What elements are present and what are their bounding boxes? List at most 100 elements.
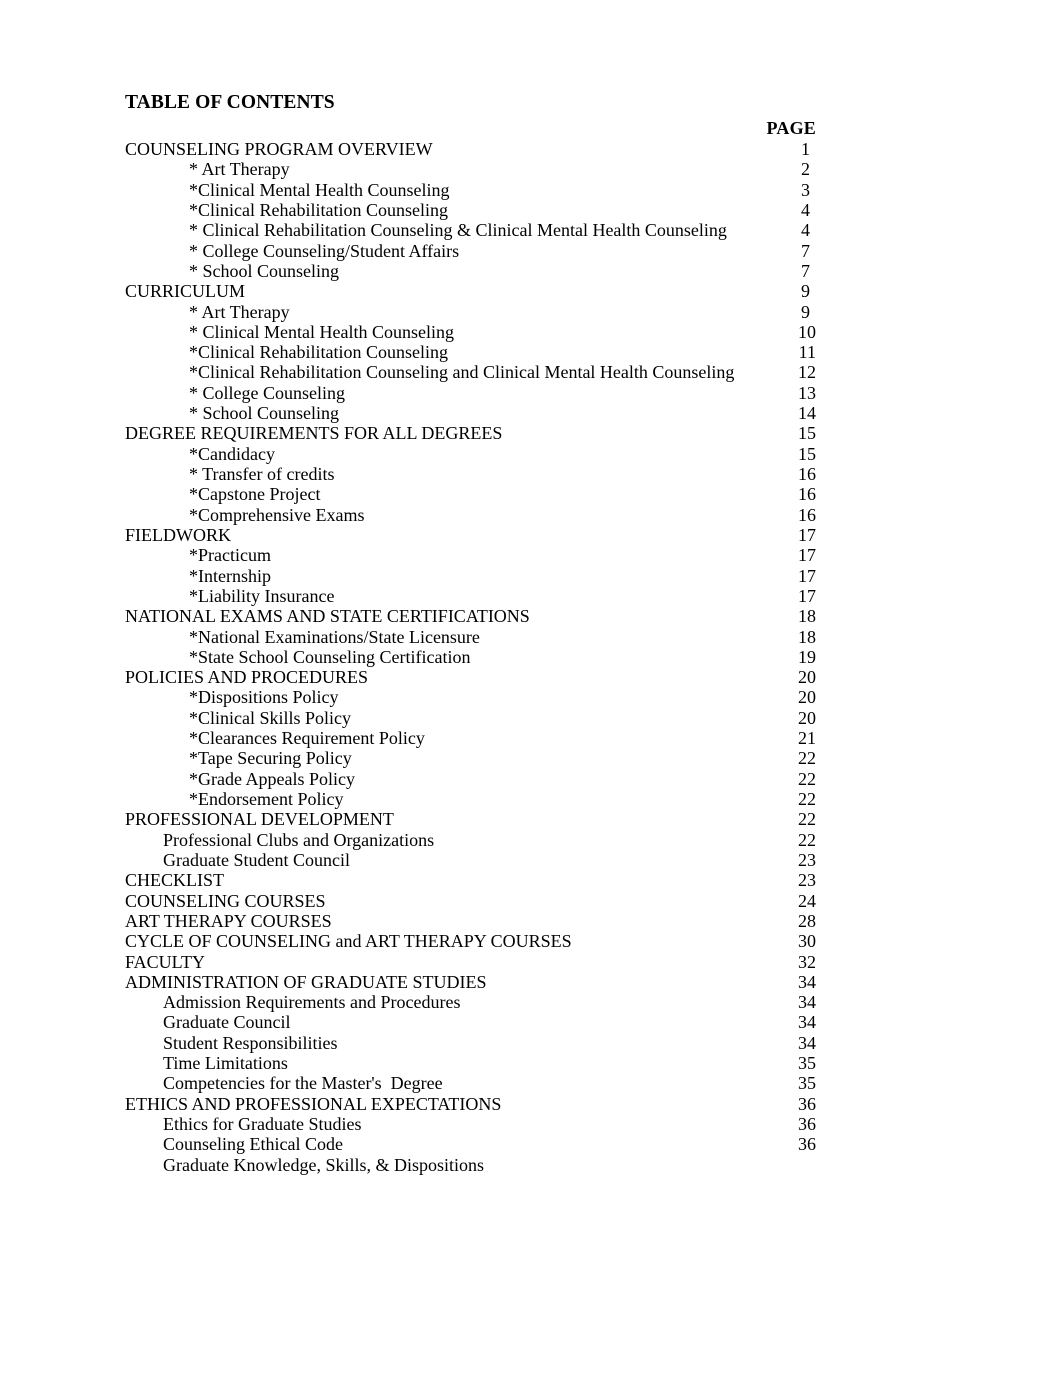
toc-entry-page-number: 7 [801,260,810,281]
toc-entry[interactable]: NATIONAL EXAMS AND STATE CERTIFICATIONS 1… [0,606,1062,626]
toc-entry[interactable]: * Clinical Rehabilitation Counseling & C… [0,220,1062,240]
toc-entry-label: *Tape Securing Policy [189,748,352,769]
toc-entry[interactable]: *Candidacy 15 [0,444,1062,464]
toc-entry[interactable]: Time Limitations 35 [0,1053,1062,1073]
toc-entry[interactable]: Admission Requirements and Procedures 34 [0,992,1062,1012]
toc-entry[interactable]: *Clinical Rehabilitation Counseling and … [0,362,1062,382]
toc-entry-label: *Grade Appeals Policy [189,768,355,789]
toc-entry[interactable]: POLICIES AND PROCEDURES 20 [0,667,1062,687]
page-title: TABLE OF CONTENTS [125,92,335,113]
toc-entry[interactable]: COUNSELING PROGRAM OVERVIEW 1 [0,139,1062,159]
toc-entry[interactable]: * Clinical Mental Health Counseling 10 [0,322,1062,342]
toc-entry[interactable]: Ethics for Graduate Studies 36 [0,1114,1062,1134]
toc-entry-page-number: 17 [798,524,816,545]
toc-entry[interactable]: Professional Clubs and Organizations 22 [0,830,1062,850]
toc-entry-page-number: 28 [798,910,816,931]
toc-entry[interactable]: * Art Therapy 2 [0,159,1062,179]
toc-entry-label: *Clearances Requirement Policy [189,728,425,749]
toc-entry-label: COUNSELING COURSES [125,890,326,911]
toc-entry-label: * Art Therapy [189,159,290,180]
toc-entry-label: *Practicum [189,545,271,566]
toc-entry-page-number: 16 [798,464,816,484]
toc-entry-label: ART THERAPY COURSES [125,910,332,931]
toc-entry[interactable]: DEGREE REQUIREMENTS FOR ALL DEGREES 15 [0,423,1062,443]
toc-entry[interactable]: *Clinical Rehabilitation Counseling 4 [0,200,1062,220]
toc-entry[interactable]: *Grade Appeals Policy 22 [0,769,1062,789]
toc-entry-label: *Clinical Mental Health Counseling [189,179,450,200]
toc-entry[interactable]: Graduate Council 34 [0,1012,1062,1032]
toc-entry-page-number: 13 [798,382,816,403]
toc-entry-page-number: 30 [798,931,816,952]
toc-entry-label: ADMINISTRATION OF GRADUATE STUDIES [125,971,487,992]
toc-entry-page-number: 9 [801,281,810,302]
toc-entry[interactable]: *National Examinations/State Licensure 18 [0,627,1062,647]
toc-entry-page-number: 17 [798,565,816,586]
toc-entry[interactable]: *Practicum 17 [0,545,1062,565]
toc-entry-page-number: 21 [798,728,816,749]
toc-entry-label: CYCLE OF COUNSELING and ART THERAPY COUR… [125,931,572,952]
toc-entry-label: POLICIES AND PROCEDURES [125,667,369,688]
toc-entry[interactable]: * Art Therapy 9 [0,302,1062,322]
toc-entry[interactable]: *Internship 17 [0,566,1062,586]
toc-entry[interactable]: *Comprehensive Exams 16 [0,505,1062,525]
toc-entry[interactable]: COUNSELING COURSES 24 [0,891,1062,911]
toc-entry[interactable]: PROFESSIONAL DEVELOPMENT 22 [0,809,1062,829]
toc-entry-label: * School Counseling [189,260,340,281]
toc-entry[interactable]: *Tape Securing Policy 22 [0,748,1062,768]
toc-entry-label: FACULTY [125,951,206,972]
toc-entry[interactable]: *Capstone Project 16 [0,484,1062,504]
toc-entry[interactable]: CURRICULUM 9 [0,281,1062,301]
toc-entry[interactable]: *Liability Insurance 17 [0,586,1062,606]
toc-entry-page-number: 18 [798,606,816,627]
toc-entry-page-number: 22 [798,809,816,830]
toc-entry-label: * Transfer of credits [189,464,335,484]
toc-entry[interactable]: *Clearances Requirement Policy 21 [0,728,1062,748]
toc-entry[interactable]: Competencies for the Master's Degree 35 [0,1073,1062,1093]
toc-entry-label: * Art Therapy [189,301,290,322]
toc-entry[interactable]: *State School Counseling Certification 19 [0,647,1062,667]
toc-entry[interactable]: * School Counseling 14 [0,403,1062,423]
toc-entry-label: Counseling Ethical Code [163,1134,343,1155]
toc-entry-label: *Endorsement Policy [189,789,344,809]
toc-entry[interactable]: * School Counseling 7 [0,261,1062,281]
toc-entry[interactable]: FIELDWORK 17 [0,525,1062,545]
toc-entry-label: * School Counseling [189,403,340,424]
toc-entry[interactable]: * College Counseling/Student Affairs 7 [0,241,1062,261]
toc-entry[interactable]: FACULTY 32 [0,952,1062,972]
toc-entry[interactable]: ART THERAPY COURSES 28 [0,911,1062,931]
toc-entry-page-number: 4 [801,199,810,220]
toc-entry-page-number: 7 [801,240,810,261]
toc-entry[interactable]: Counseling Ethical Code 36 [0,1134,1062,1154]
toc-entry[interactable]: *Endorsement Policy 22 [0,789,1062,809]
toc-entry[interactable]: CHECKLIST 23 [0,870,1062,890]
toc-entry[interactable]: *Clinical Skills Policy 20 [0,708,1062,728]
toc-entry[interactable]: *Clinical Rehabilitation Counseling 11 [0,342,1062,362]
toc-entry-page-number: 22 [798,789,816,809]
toc-entry-label: Graduate Student Council [163,849,350,870]
toc-entry-label: *Clinical Rehabilitation Counseling [189,342,448,363]
toc-entry[interactable]: Graduate Knowledge, Skills, & Dispositio… [0,1155,1062,1175]
toc-entry-label: *Clinical Rehabilitation Counseling and … [189,362,735,383]
toc-entry-page-number: 15 [798,443,816,464]
toc-entry[interactable]: ADMINISTRATION OF GRADUATE STUDIES 34 [0,972,1062,992]
toc-entry-page-number: 32 [798,951,816,972]
toc-entry[interactable]: ETHICS AND PROFESSIONAL EXPECTATIONS 36 [0,1094,1062,1114]
toc-entry-page-number: 34 [798,971,816,992]
toc-entry-label: *State School Counseling Certification [189,646,471,667]
toc-entry-label: Student Responsibilities [163,1032,338,1053]
toc-entry-list: COUNSELING PROGRAM OVERVIEW 1 * Art Therap… [0,139,1062,1175]
toc-entry-page-number: 10 [798,321,816,342]
toc-entry-page-number: 36 [798,1093,816,1114]
toc-entry-page-number: 17 [798,585,816,606]
toc-entry-page-number: 16 [798,504,816,525]
toc-entry[interactable]: Graduate Student Council 23 [0,850,1062,870]
toc-entry[interactable]: * Transfer of credits 16 [0,464,1062,484]
toc-entry[interactable]: Student Responsibilities 34 [0,1033,1062,1053]
toc-entry[interactable]: *Clinical Mental Health Counseling 3 [0,180,1062,200]
toc-entry[interactable]: *Dispositions Policy 20 [0,687,1062,707]
toc-entry-label: ETHICS AND PROFESSIONAL EXPECTATIONS [125,1093,502,1114]
toc-entry[interactable]: CYCLE OF COUNSELING and ART THERAPY COUR… [0,931,1062,951]
toc-entry-page-number: 15 [798,423,816,444]
toc-entry-page-number: 2 [801,159,810,180]
toc-entry[interactable]: * College Counseling 13 [0,383,1062,403]
